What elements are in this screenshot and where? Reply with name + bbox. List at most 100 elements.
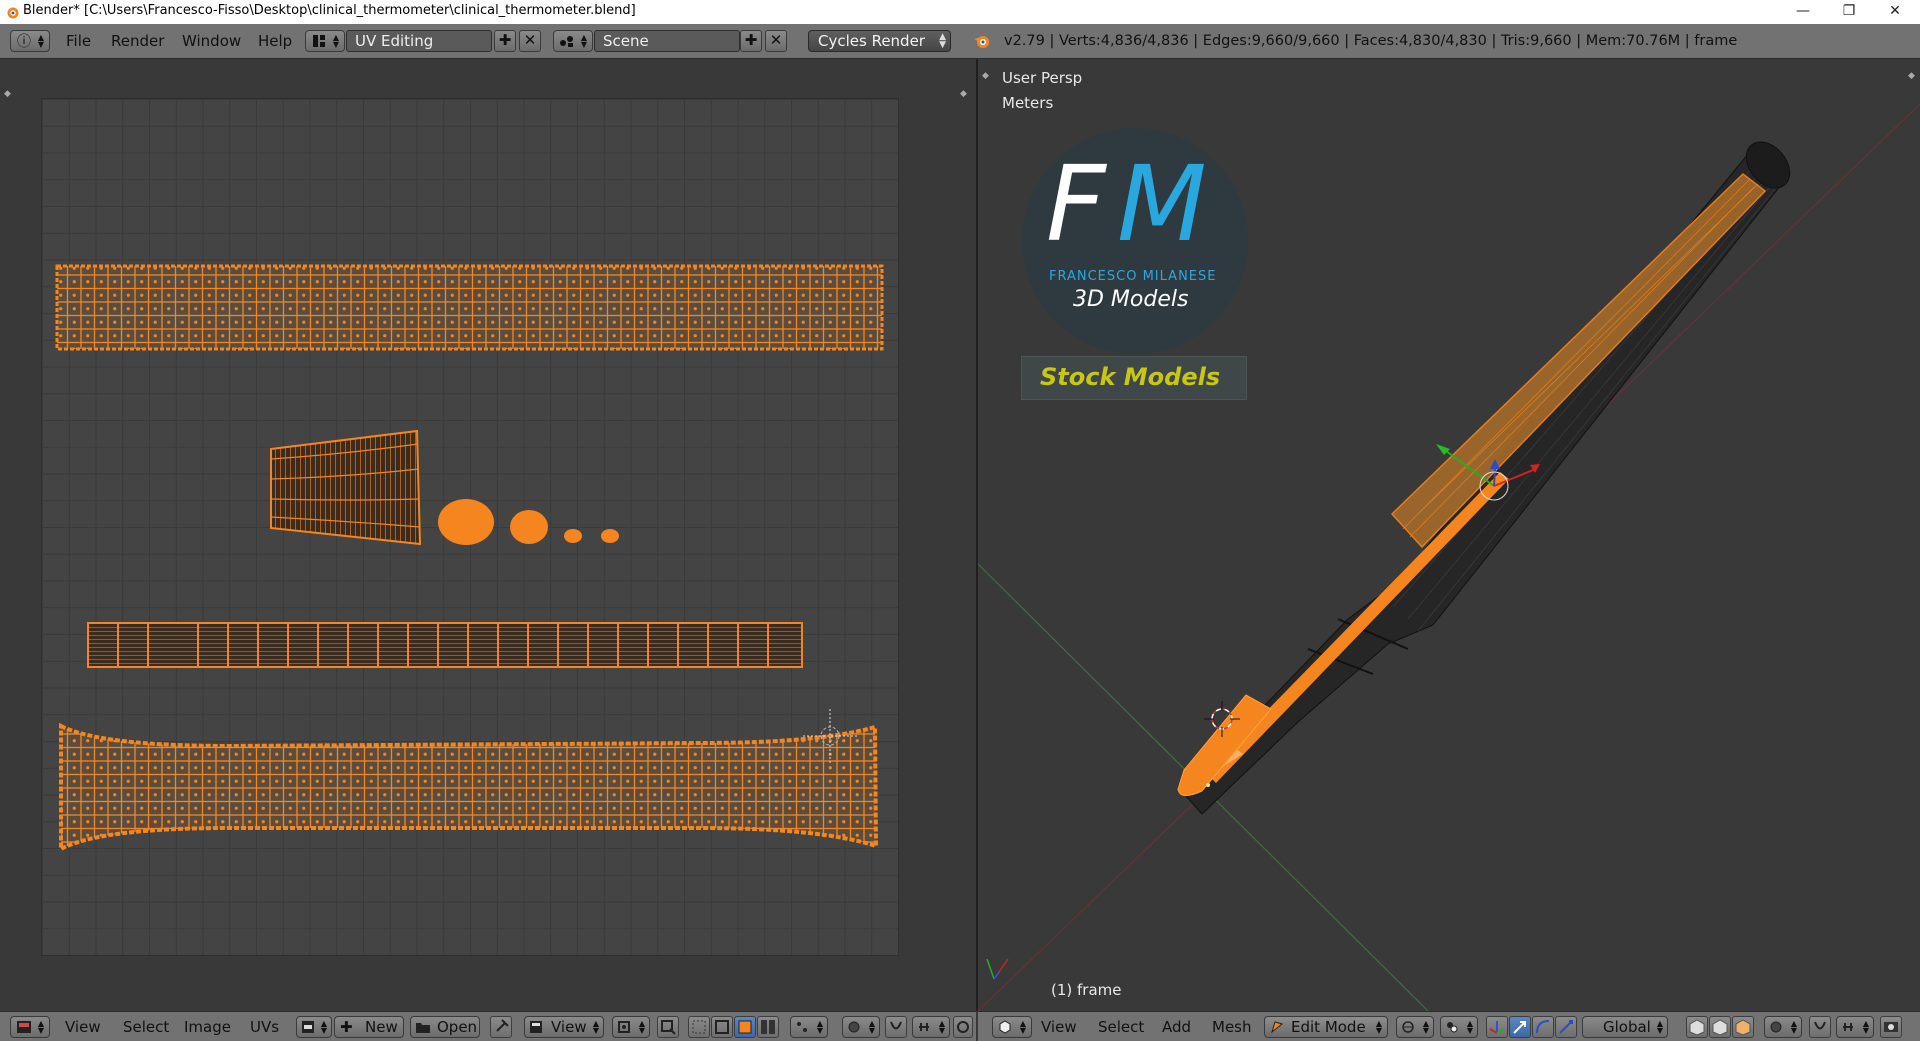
open-image-button[interactable]: Open: [410, 1016, 480, 1038]
chevron-updown-icon: ▲ ▼: [868, 1019, 875, 1035]
proportional-edit-icon: [848, 1021, 860, 1033]
view3d-menu-add[interactable]: Add: [1162, 1018, 1191, 1036]
translate-manipulator-button[interactable]: [1509, 1016, 1531, 1038]
image-editor-icon: [17, 1021, 31, 1033]
minimize-button[interactable]: —: [1780, 0, 1826, 24]
uv-island-top[interactable]: [55, 264, 884, 351]
edge-select-icon: [715, 1020, 729, 1034]
snap-element-icon: [1843, 1023, 1853, 1031]
face-select-icon: [1735, 1019, 1751, 1036]
manipulator-toggle-button[interactable]: [1486, 1016, 1508, 1038]
pivot-point-dropdown[interactable]: ▲ ▼: [1440, 1016, 1478, 1038]
snap-element-dropdown[interactable]: ▲ ▼: [912, 1016, 950, 1038]
chevron-updown-icon: ▲ ▼: [580, 33, 587, 49]
proportional-edit-dropdown[interactable]: ▲ ▼: [1764, 1016, 1802, 1038]
screen-layout-field[interactable]: UV Editing: [346, 30, 492, 52]
plus-icon: ✚: [744, 31, 758, 49]
proportional-edit-dropdown[interactable]: ▲ ▼: [842, 1016, 880, 1038]
pivot-dropdown[interactable]: ▲ ▼: [612, 1016, 650, 1038]
info-icon: ⓘ: [17, 34, 31, 50]
rotate-manipulator-button[interactable]: [1532, 1016, 1554, 1038]
pin-image-button[interactable]: [490, 1016, 512, 1038]
chevron-updown-icon: ▲ ▼: [638, 1019, 645, 1035]
maximize-button[interactable]: ❐: [1826, 0, 1872, 24]
scene-browse-button[interactable]: ▲ ▼: [553, 30, 593, 52]
chevron-updown-icon: ▲ ▼: [37, 33, 44, 49]
scale-manipulator-button[interactable]: [1555, 1016, 1577, 1038]
texture-icon: [957, 1021, 969, 1033]
view-mode-dropdown[interactable]: View ▲ ▼: [524, 1016, 604, 1038]
snap-toggle-button[interactable]: [1809, 1016, 1831, 1038]
uv-island-cone[interactable]: [270, 429, 422, 546]
uv-menu-view[interactable]: View: [65, 1018, 101, 1036]
translate-arrow-icon: [1513, 1021, 1526, 1034]
edge-select-mode-button[interactable]: [1709, 1016, 1731, 1038]
screen-layout-browse-button[interactable]: ▲ ▼: [305, 30, 345, 52]
new-image-button[interactable]: ✚ New: [334, 1016, 404, 1038]
folder-icon: [416, 1023, 430, 1033]
mode-label: Edit Mode: [1291, 1018, 1366, 1036]
layout-grid-icon: [313, 35, 325, 47]
uv-island-disc-large[interactable]: [438, 499, 494, 545]
uv-island-bottom[interactable]: [59, 722, 879, 853]
mode-dropdown[interactable]: Edit Mode ▲ ▼: [1264, 1016, 1388, 1038]
add-scene-button[interactable]: ✚: [740, 30, 762, 52]
uv-islands[interactable]: [0, 59, 976, 1011]
vertex-select-mode-button[interactable]: [1686, 1016, 1708, 1038]
vertex-select-icon: [692, 1020, 706, 1034]
uv-menu-image[interactable]: Image: [184, 1018, 231, 1036]
snap-element-dropdown[interactable]: ▲ ▼: [1836, 1016, 1874, 1038]
uv-island-disc-medium[interactable]: [510, 510, 548, 544]
chevron-updown-icon: ▲ ▼: [37, 1019, 44, 1035]
plus-icon: ✚: [340, 1018, 353, 1036]
plus-icon: ✚: [498, 31, 512, 49]
editor-type-button[interactable]: ▲ ▼: [10, 1016, 50, 1038]
vertex-select-icon: [1689, 1019, 1705, 1036]
face-select-mode-button[interactable]: [1732, 1016, 1754, 1038]
transform-orientation-dropdown[interactable]: Global ▲ ▼: [1582, 1016, 1668, 1038]
vertex-select-button[interactable]: [688, 1016, 710, 1038]
view3d-menu-mesh[interactable]: Mesh: [1212, 1018, 1252, 1036]
stock-models-badge: Stock Models: [1021, 356, 1247, 400]
uv-header-extra-button[interactable]: [953, 1016, 973, 1038]
editor-type-button[interactable]: ▲ ▼: [992, 1016, 1032, 1038]
menu-render[interactable]: Render: [111, 32, 164, 50]
image-browse-icon: [302, 1021, 314, 1033]
menu-file[interactable]: File: [66, 32, 91, 50]
uv-image-editor[interactable]: ◆ ◆: [0, 59, 976, 1011]
delete-screen-button[interactable]: ✕: [519, 30, 541, 52]
scene-statistics: v2.79 | Verts:4,836/4,836 | Edges:9,660/…: [1004, 33, 1738, 49]
face-select-button[interactable]: [734, 1016, 756, 1038]
menu-window[interactable]: Window: [182, 32, 241, 50]
chevron-updown-icon: ▲ ▼: [816, 1019, 823, 1035]
edge-select-button[interactable]: [711, 1016, 733, 1038]
uv-island-disc-small[interactable]: [564, 529, 582, 543]
render-preview-button[interactable]: [1880, 1016, 1902, 1038]
snap-toggle-button[interactable]: [885, 1016, 907, 1038]
delete-scene-button[interactable]: ✕: [765, 30, 787, 52]
add-screen-button[interactable]: ✚: [494, 30, 516, 52]
editor-type-button[interactable]: ⓘ ▲ ▼: [10, 30, 50, 52]
view3d-menu-select[interactable]: Select: [1098, 1018, 1144, 1036]
chevron-updown-icon: ▲ ▼: [1019, 1019, 1026, 1035]
view3d-menu-view[interactable]: View: [1041, 1018, 1077, 1036]
uv-island-strip[interactable]: [87, 622, 803, 668]
sticky-select-dropdown[interactable]: ▲ ▼: [790, 1016, 828, 1038]
island-select-button[interactable]: [757, 1016, 779, 1038]
render-engine-dropdown[interactable]: Cycles Render ▲ ▼: [808, 30, 951, 52]
close-button[interactable]: ✕: [1872, 0, 1918, 24]
menu-help[interactable]: Help: [258, 32, 292, 50]
sync-selection-button[interactable]: [657, 1016, 679, 1038]
scene-field[interactable]: Scene: [594, 30, 740, 52]
viewport-shading-dropdown[interactable]: ▲ ▼: [1396, 1016, 1434, 1038]
uv-island-disc-small[interactable]: [601, 529, 619, 543]
logo-letter-f: F: [1046, 143, 1106, 265]
uv-menu-uvs[interactable]: UVs: [250, 1018, 279, 1036]
image-browse-button[interactable]: ▲ ▼: [296, 1016, 332, 1038]
rotate-arc-icon: [1536, 1020, 1550, 1034]
chevron-updown-icon: ▲ ▼: [1862, 1019, 1869, 1035]
render-icon: [1884, 1022, 1898, 1032]
uv-menu-select[interactable]: Select: [123, 1018, 169, 1036]
scene-icon: [560, 36, 573, 47]
logo-subtitle: 3D Models: [1073, 287, 1189, 312]
